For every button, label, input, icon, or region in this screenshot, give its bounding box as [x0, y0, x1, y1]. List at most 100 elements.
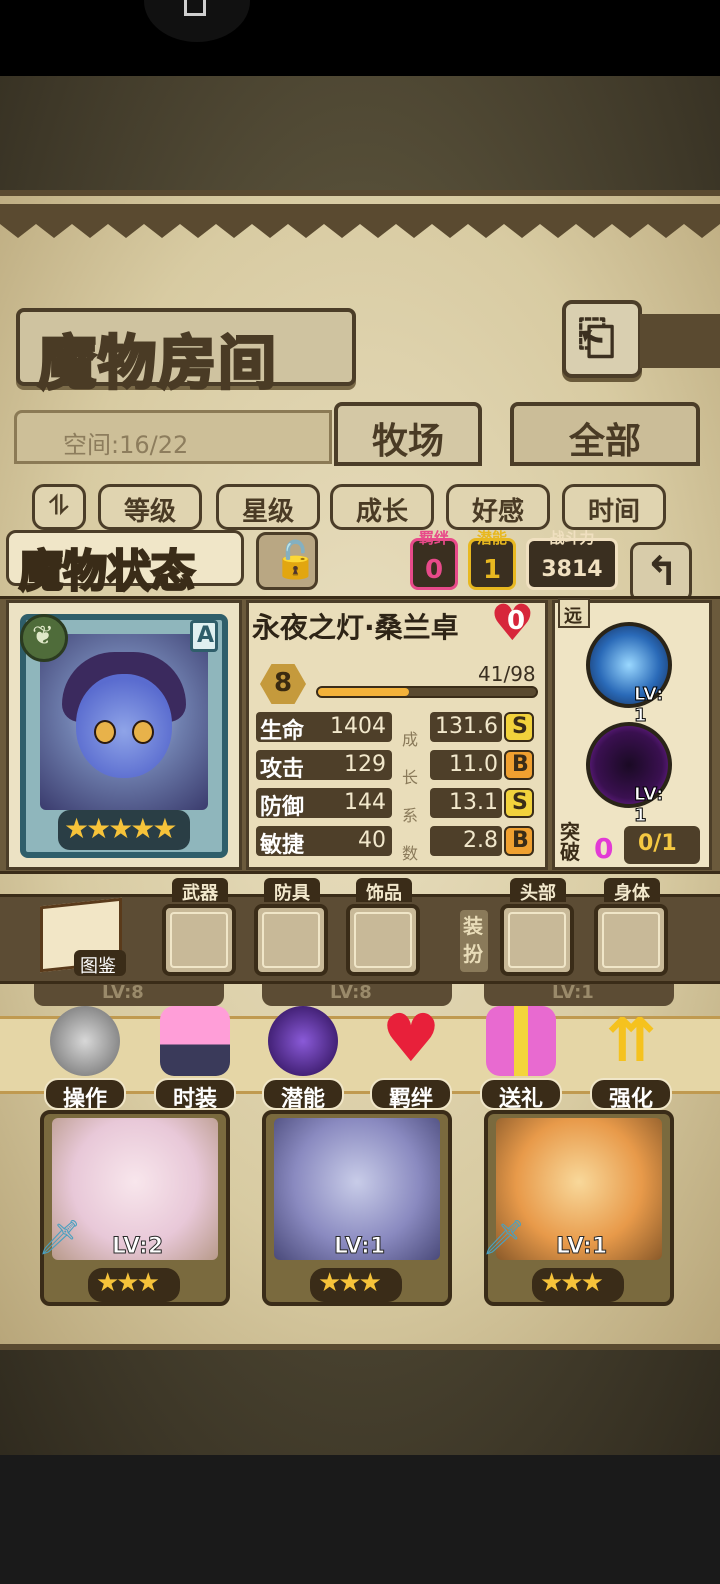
grade-letter: S	[512, 790, 528, 815]
stat-row-agi: 敏捷 40	[256, 826, 392, 858]
slot-label-weapon: 武器	[172, 878, 228, 904]
dress-up-label: 装扮	[460, 910, 488, 972]
exit-button[interactable]: ⎗	[562, 300, 642, 378]
slot-label-accessory: 饰品	[356, 878, 412, 904]
fashion-label: 时装	[172, 1087, 217, 1112]
slot-head[interactable]	[500, 904, 574, 976]
status-title-plate: 魔物状态	[6, 530, 244, 598]
growth-label-char: 长	[402, 768, 419, 787]
gift-icon	[486, 1006, 556, 1076]
stat-row-def: 防御 144	[256, 788, 392, 820]
xp-bar	[316, 686, 538, 698]
potential-label-box: 潜能	[262, 1078, 344, 1112]
growth-value: 13.1	[449, 790, 498, 815]
xp-text: 41/98	[478, 662, 536, 686]
sort-affection-label: 好感	[471, 497, 524, 527]
card-peek-level: LV:8	[330, 982, 372, 1003]
slot-armor[interactable]	[254, 904, 328, 976]
encyclopedia-button[interactable]: 图鉴	[34, 896, 126, 977]
star-icons: ★★★	[96, 1268, 160, 1298]
slot-weapon[interactable]	[162, 904, 236, 976]
fashion-button[interactable]: 时装	[154, 1004, 236, 1112]
sort-level-label: 等级	[123, 497, 176, 527]
stat-name: 防御	[260, 795, 305, 820]
grade-letter: S	[512, 714, 528, 739]
stat-value: 144	[344, 790, 386, 815]
stat-value: 40	[358, 828, 386, 853]
power-label: 战斗力	[549, 529, 595, 547]
sort-order-toggle[interactable]: ⥮	[32, 484, 86, 530]
skill-slot-2[interactable]: LV: 1	[586, 722, 672, 827]
grade-letter: B	[512, 752, 529, 777]
slot-body[interactable]	[594, 904, 668, 976]
gift-label-box: 送礼	[480, 1078, 562, 1112]
hearts-icon: ♥	[381, 1000, 441, 1077]
tab-all[interactable]: 全部	[510, 402, 700, 466]
sort-time-label: 时间	[587, 497, 640, 527]
monster-card[interactable]: 🗡 LV:1 ★★★	[482, 1110, 674, 1306]
range-badge: 远	[558, 598, 590, 628]
growth-agi: 2.8	[430, 826, 502, 856]
dress-up-text: 装扮	[463, 914, 483, 966]
level-value: 8	[274, 668, 293, 698]
lock-button[interactable]: 🔓	[256, 532, 318, 590]
card-stars: ★★★	[310, 1268, 402, 1302]
sword-icon: 🗡	[482, 1218, 526, 1258]
slot-accessory[interactable]	[346, 904, 420, 976]
encyclopedia-label-box: 图鉴	[74, 950, 126, 977]
grade-badge: B	[504, 826, 534, 856]
demon-icon	[268, 1006, 338, 1076]
monster-card[interactable]: LV:1 ★★★	[262, 1110, 452, 1306]
sort-star-button[interactable]: 星级	[216, 484, 320, 530]
slot-label-text: 头部	[520, 883, 556, 904]
portrait-eye	[132, 720, 154, 744]
tab-ranch[interactable]: 牧场	[334, 402, 482, 466]
gift-label: 送礼	[498, 1087, 543, 1112]
operate-button[interactable]: 操作	[44, 1004, 126, 1112]
break-label-text: 突破	[560, 820, 580, 864]
stat-name: 敏捷	[260, 833, 305, 858]
card-level: LV:1	[333, 1234, 386, 1260]
bond-value: 0	[424, 555, 444, 585]
potential-button[interactable]: 潜能	[262, 1004, 344, 1112]
card-stars: ★★★	[88, 1268, 180, 1302]
power-counter: 战斗力 3814	[526, 529, 618, 590]
up-arrows-icon: ⇈	[605, 1006, 657, 1076]
monster-card[interactable]: 🗡 LV:2 ★★★	[38, 1110, 230, 1306]
sort-time-button[interactable]: 时间	[562, 484, 666, 530]
portrait-eye	[94, 720, 116, 744]
room-title: 魔物房间	[36, 328, 279, 399]
gift-button[interactable]: 送礼	[480, 1004, 562, 1112]
grade-badge: S	[504, 788, 534, 818]
affection-value: 0	[507, 606, 526, 636]
card-stars: ★★★	[532, 1268, 624, 1302]
sort-affection-button[interactable]: 好感	[446, 484, 550, 530]
status-bar	[0, 0, 720, 76]
tab-all-label: 全部	[568, 420, 641, 462]
lock-icon: 🔓	[273, 540, 318, 581]
bond-label-box: 羁绊	[370, 1078, 452, 1112]
break-progress: 0/1	[624, 826, 700, 864]
skill-level: LV: 1	[634, 784, 664, 827]
growth-atk: 11.0	[430, 750, 502, 780]
camera-icon	[184, 0, 206, 16]
enhance-label: 强化	[608, 1087, 653, 1112]
slot-label-armor: 防具	[264, 878, 320, 904]
card-peek: LV:8	[34, 982, 224, 1006]
grade-letter: B	[512, 828, 529, 853]
space-capacity: 空间:16/22	[14, 410, 332, 464]
potential-label: 潜能	[476, 529, 507, 547]
header-right-bar	[640, 314, 720, 368]
slot-label-text: 武器	[182, 883, 218, 904]
sort-level-button[interactable]: 等级	[98, 484, 202, 530]
bond-button[interactable]: ♥ 羁绊	[370, 1000, 452, 1112]
slot-label-text: 防具	[274, 883, 310, 904]
range-text: 远	[564, 606, 582, 627]
enhance-button[interactable]: ⇈ 强化	[590, 1004, 672, 1112]
skill-slot-1[interactable]: LV: 1	[586, 622, 672, 727]
room-title-plate: 魔物房间	[16, 308, 356, 399]
status-back-button[interactable]: ↰	[630, 542, 692, 602]
growth-label-char: 数	[402, 844, 419, 863]
skill-level: LV: 1	[634, 684, 664, 727]
sort-growth-button[interactable]: 成长	[330, 484, 434, 530]
